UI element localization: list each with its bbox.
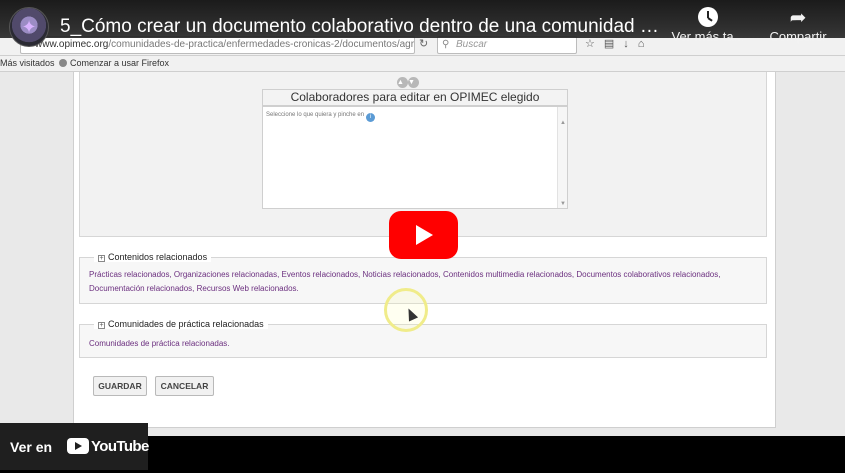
share-label: Compartir <box>769 29 827 44</box>
play-button[interactable] <box>389 211 458 259</box>
related-contents-links[interactable]: Prácticas relacionados, Organizaciones r… <box>89 268 754 296</box>
url-host: www.opimec.org <box>35 39 109 50</box>
share-button[interactable]: ➦ Compartir <box>763 7 833 44</box>
bookmark-most-visited[interactable]: Más visitados <box>0 58 55 68</box>
related-contents-legend[interactable]: + Contenidos relacionados <box>94 252 212 262</box>
watch-later-button[interactable]: Ver más ta... <box>667 7 749 44</box>
search-field[interactable]: ⚲ Buscar <box>437 36 577 54</box>
toolbar-icons: ☆▤↓⌂ <box>585 37 653 50</box>
watch-on-youtube-button[interactable]: Ver en YouTube <box>0 423 149 470</box>
search-icon: ⚲ <box>442 39 450 50</box>
collaborators-hint: Seleccione lo que quiera y pinche en i <box>266 112 375 122</box>
reload-icon[interactable]: ↻ <box>419 37 428 50</box>
search-placeholder: Buscar <box>456 39 488 50</box>
collaborators-scrollbar[interactable]: ▲ ▼ <box>557 107 567 208</box>
firefox-icon <box>59 59 67 67</box>
download-icon[interactable]: ↓ <box>623 38 638 50</box>
related-communities-fieldset: + Comunidades de práctica relacionadas Co… <box>79 319 767 358</box>
clock-icon <box>667 7 749 29</box>
scroll-up-icon[interactable]: ▲ <box>560 120 566 126</box>
scroll-down-icon[interactable]: ▼ <box>560 201 566 207</box>
video-title[interactable]: 5_Cómo crear un documento colaborativo d… <box>60 16 660 38</box>
home-icon[interactable]: ⌂ <box>638 38 654 50</box>
info-icon[interactable]: i <box>365 113 375 122</box>
save-button[interactable]: GUARDAR <box>93 376 147 396</box>
bookmark-star-icon[interactable]: ☆ <box>585 38 604 50</box>
youtube-wordmark: YouTube <box>91 438 149 455</box>
collaborators-title: Colaboradores para editar en OPIMEC eleg… <box>262 89 568 106</box>
cancel-button[interactable]: CANCELAR <box>155 376 214 396</box>
bookmarks-toolbar: Más visitados Comenzar a usar Firefox <box>0 56 845 72</box>
collaborators-select-box[interactable]: Seleccione lo que quiera y pinche en i ▲… <box>262 106 568 209</box>
related-communities-legend[interactable]: + Comunidades de práctica relacionadas <box>94 319 268 329</box>
reading-list-icon[interactable]: ▤ <box>604 38 623 50</box>
watch-on-label: Ver en <box>10 439 53 455</box>
panel-expand-icon[interactable]: ▼ <box>408 77 419 88</box>
expand-plus-icon[interactable]: + <box>98 255 105 262</box>
url-field[interactable]: www.opimec.org/comunidades-de-practica/e… <box>20 36 415 54</box>
bookmark-getting-started[interactable]: Comenzar a usar Firefox <box>59 58 169 68</box>
youtube-logo-icon <box>67 438 89 454</box>
panel-controls: ▲▼ <box>397 76 419 88</box>
related-communities-link[interactable]: Comunidades de práctica relacionadas. <box>89 337 230 351</box>
expand-plus-icon[interactable]: + <box>98 322 105 329</box>
share-arrow-icon: ➦ <box>789 7 807 29</box>
channel-avatar[interactable]: ✦ <box>9 7 49 47</box>
watch-later-label: Ver más ta... <box>671 29 745 44</box>
url-path: /comunidades-de-practica/enfermedades-cr… <box>108 39 415 50</box>
panel-collapse-icon[interactable]: ▲ <box>397 77 408 88</box>
